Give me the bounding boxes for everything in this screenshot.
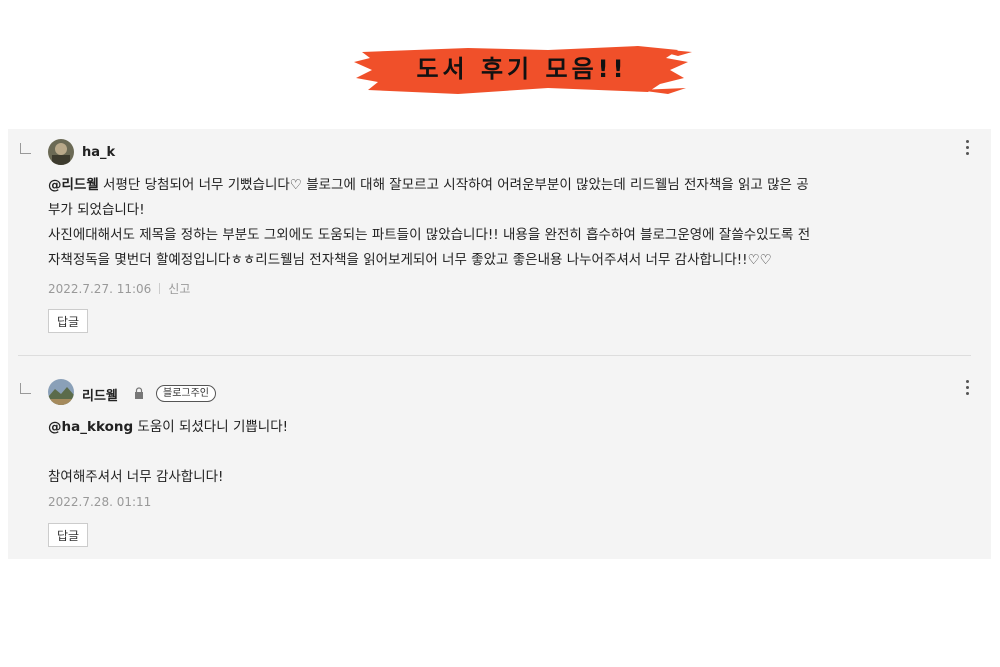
reply-indent-icon [20,143,31,154]
owner-badge: 블로그주인 [156,385,216,402]
comment-line: 자책정독을 몇번더 할예정입니다ㅎㅎ리드웰님 전자책을 읽어보게되어 너무 좋았… [48,252,772,268]
avatar-image-icon [48,139,74,165]
comment-panel: ha_k @리드웰 서평단 당첨되어 너무 기뻤습니다♡ 블로그에 대해 잘모르… [8,129,991,559]
title-banner: 도서 후기 모음!! [348,38,696,100]
reply-button[interactable]: 답글 [48,309,89,333]
comment-body: @ha_kkong 도움이 되셨다니 기쁩니다! 참여해주셔서 너무 감사합니다… [48,415,968,490]
comment-meta: 2022.7.27. 11:06 신고 [48,280,190,297]
comment-line: 사진에대해서도 제목을 정하는 부분도 그외에도 도움되는 파트들이 많았습니다… [48,227,811,243]
more-options-icon[interactable] [966,380,970,396]
comment-meta: 2022.7.28. 01:11 [48,495,151,509]
mention-link[interactable]: @ha_kkong [48,419,133,435]
comment-text: 서평단 당첨되어 너무 기뻤습니다♡ 블로그에 대해 잘모르고 시작하여 어려운… [98,177,809,193]
comment-line: 참여해주셔서 너무 감사합니다! [48,469,224,485]
comment-body: @리드웰 서평단 당첨되어 너무 기뻤습니다♡ 블로그에 대해 잘모르고 시작하… [48,173,968,273]
comment-line: 부가 되었습니다! [48,202,145,218]
mention-link[interactable]: @리드웰 [48,177,99,193]
reply-indent-icon [20,383,31,394]
comment-text: 도움이 되셨다니 기쁩니다! [133,419,289,435]
comment-date: 2022.7.27. 11:06 [48,282,152,296]
comment-date: 2022.7.28. 01:11 [48,495,152,509]
page-title: 도서 후기 모음!! [416,55,628,83]
avatar-image-icon [48,379,74,405]
comment-author[interactable]: ha_k [82,145,115,160]
meta-divider [159,283,161,294]
comment-divider [18,355,971,356]
avatar[interactable] [48,139,74,165]
more-options-icon[interactable] [966,140,970,156]
comment-line: @리드웰 서평단 당첨되어 너무 기뻤습니다♡ 블로그에 대해 잘모르고 시작하… [48,173,968,198]
comment-line: @ha_kkong 도움이 되셨다니 기쁩니다! [48,415,968,440]
avatar[interactable] [48,379,74,405]
report-link[interactable]: 신고 [168,282,190,296]
comment-author[interactable]: 리드웰 [82,385,118,404]
reply-button[interactable]: 답글 [48,523,89,547]
lock-icon [135,387,143,399]
